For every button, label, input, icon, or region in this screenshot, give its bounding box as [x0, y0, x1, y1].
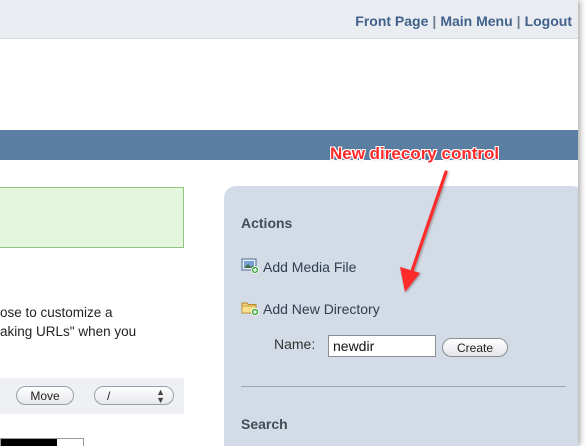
browser-page: Front Page | Main Menu | Logout ose to custo…: [0, 0, 578, 446]
logout-link[interactable]: Logout: [525, 13, 572, 29]
nav-separator: |: [432, 13, 437, 29]
help-text-line: aking URLs" when you: [0, 324, 137, 339]
thumbnail-dark-area: [1, 439, 57, 446]
nav-separator: |: [516, 13, 521, 29]
annotation-label: New direcory control: [330, 144, 500, 163]
add-media-file-link[interactable]: Add Media File: [241, 258, 356, 277]
directory-name-label: Name:: [274, 336, 316, 352]
add-new-directory-label: Add New Directory: [263, 301, 380, 317]
thumbnail-preview: [0, 438, 84, 446]
top-bar: Front Page | Main Menu | Logout: [0, 0, 578, 39]
top-navigation: Front Page | Main Menu | Logout: [355, 13, 572, 29]
directory-name-input[interactable]: [328, 335, 436, 357]
destination-select-value: /: [107, 389, 111, 403]
file-toolbar: Move / ▲ ▼: [0, 378, 184, 414]
search-heading: Search: [241, 416, 288, 432]
destination-select[interactable]: / ▲ ▼: [94, 386, 174, 405]
actions-heading: Actions: [241, 215, 293, 231]
create-directory-button[interactable]: Create: [442, 338, 508, 357]
help-text: ose to customize a aking URLs" when you: [0, 303, 210, 341]
help-text-line: ose to customize a: [0, 305, 113, 320]
add-new-directory-link[interactable]: Add New Directory: [241, 300, 380, 319]
success-message-box: [0, 187, 184, 248]
add-media-file-label: Add Media File: [263, 259, 357, 275]
image-file-add-icon: [241, 258, 259, 277]
actions-sidebar: Actions Add Media File Add New Directory…: [224, 186, 578, 446]
front-page-link[interactable]: Front Page: [355, 13, 428, 29]
sidebar-divider: [241, 386, 566, 387]
stepper-arrows-icon: ▲ ▼: [156, 387, 165, 405]
main-menu-link[interactable]: Main Menu: [440, 13, 512, 29]
folder-add-icon: [241, 300, 259, 319]
move-button[interactable]: Move: [16, 386, 74, 405]
